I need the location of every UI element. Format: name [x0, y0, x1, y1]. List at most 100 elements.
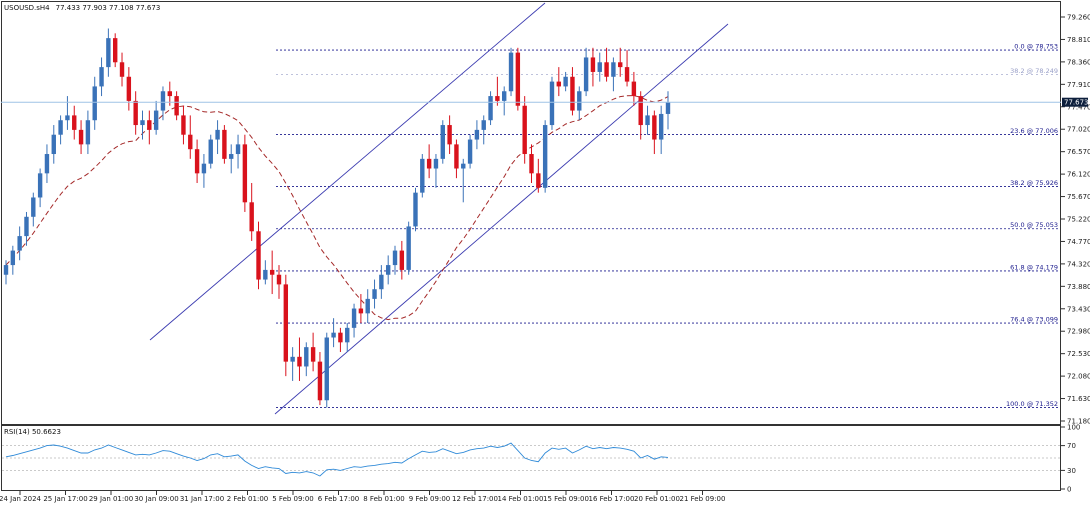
price-tick-label: 74.770	[1067, 238, 1090, 246]
rsi-tick-label: 100	[1067, 424, 1080, 432]
candle-body	[249, 202, 254, 232]
candle-body	[208, 139, 213, 164]
candle-body	[583, 57, 589, 92]
trend-channel[interactable]	[149, 2, 729, 415]
candle-body	[392, 250, 398, 266]
candle-body	[365, 298, 370, 314]
candle-body	[133, 100, 138, 126]
chart-header: USOUSD.sH4 77.433 77.903 77.108 77.673	[4, 4, 160, 12]
channel-upper-line	[149, 2, 546, 341]
price-tick-label: 74.320	[1067, 260, 1090, 268]
chart-window: USOUSD.sH4 77.433 77.903 77.108 77.673 79…	[0, 0, 1090, 507]
candle-body	[181, 115, 186, 135]
candle-body	[78, 129, 84, 145]
time-tick-label: 20 Feb 01:00	[634, 495, 680, 503]
candle-body	[399, 250, 405, 270]
candle-body	[379, 274, 384, 290]
candle-body	[358, 308, 364, 314]
candle-body	[119, 62, 125, 77]
candle-body	[10, 250, 16, 266]
time-tick-label: 21 Feb 09:00	[680, 495, 726, 503]
time-tick-label: 24 Jan 2024	[0, 495, 42, 503]
candle-body	[345, 327, 350, 343]
candle-body	[658, 113, 664, 140]
time-tick-label: 12 Feb 17:00	[452, 495, 498, 503]
ohlc-values: 77.433 77.903 77.108 77.673	[56, 4, 161, 12]
candle-body	[454, 144, 459, 169]
candle-body	[304, 347, 309, 367]
candle-body	[338, 332, 343, 343]
candle-body	[420, 158, 425, 193]
candle-body	[106, 38, 111, 68]
time-tick-label: 5 Feb 09:00	[272, 495, 313, 503]
rsi-tick-label: 0	[1067, 486, 1071, 494]
rsi-label: RSI(14) 50.6623	[4, 428, 61, 436]
candle-body	[235, 144, 241, 155]
fib-level-label: 76.4 @ 73.099	[1010, 316, 1058, 324]
candle-body	[508, 52, 514, 92]
time-tick-label: 25 Jan 17:00	[43, 495, 87, 503]
ma-line	[5, 95, 669, 321]
candle-body	[24, 216, 29, 237]
candle-body	[126, 76, 132, 101]
time-tick-label: 29 Jan 01:00	[89, 495, 133, 503]
price-axis: 79.26078.81078.36077.91077.47077.02076.5…	[1061, 14, 1090, 426]
candle-body	[331, 332, 336, 338]
candle-body	[263, 269, 268, 280]
chart-frame	[1, 1, 1061, 491]
candle-body	[140, 120, 145, 126]
price-tick-label: 73.880	[1067, 283, 1090, 291]
candle-body	[665, 102, 671, 114]
candle-body	[51, 134, 56, 155]
candle-body	[276, 274, 282, 285]
candle-body	[542, 125, 548, 188]
candle-body	[269, 269, 275, 275]
candle-body	[324, 337, 329, 401]
price-chart[interactable]: USOUSD.sH4 77.433 77.903 77.108 77.673 79…	[0, 0, 1090, 507]
candle-body	[461, 163, 466, 169]
candle-body	[92, 86, 97, 121]
candle-body	[488, 96, 493, 121]
candle-body	[297, 356, 302, 367]
candle-body	[522, 105, 527, 155]
moving-average	[5, 95, 669, 321]
candle-body	[112, 38, 118, 63]
candle-body	[645, 115, 650, 126]
candle-body	[413, 192, 418, 227]
price-tick-label: 79.260	[1067, 14, 1090, 22]
price-tick-label: 76.120	[1067, 171, 1090, 179]
candle-body	[242, 144, 248, 203]
time-tick-label: 14 Feb 01:00	[498, 495, 544, 503]
candle-body	[440, 125, 445, 159]
time-tick-label: 30 Jan 09:00	[134, 495, 178, 503]
candle-body	[549, 81, 555, 126]
candle-body	[624, 67, 630, 82]
candle-body	[174, 96, 179, 116]
candle-body	[194, 149, 200, 174]
fib-level-label: 100.0 @ 71.352	[1006, 400, 1058, 408]
symbol-name: USOUSD.sH4	[4, 4, 50, 12]
candle-body	[351, 308, 357, 328]
candle-body	[229, 154, 234, 159]
candle-body	[310, 347, 316, 362]
candle-body	[638, 96, 643, 126]
candle-body	[631, 81, 637, 97]
fib-level-label: 0.0 @ 78.753	[1014, 43, 1058, 51]
price-tick-label: 77.020	[1067, 126, 1090, 134]
price-tick-label: 72.080	[1067, 373, 1090, 381]
candle-body	[515, 52, 521, 106]
price-tick-label: 78.360	[1067, 58, 1090, 66]
candle-body	[502, 91, 507, 101]
candle-body	[283, 284, 289, 362]
candle-body	[222, 129, 227, 159]
time-axis: 24 Jan 2024 25 Jan 17:00 29 Jan 01:00 30 Ja…	[0, 491, 725, 503]
candle-body	[58, 120, 63, 135]
candle-body	[426, 158, 432, 169]
candle-body	[556, 81, 562, 87]
candle-body	[406, 226, 411, 270]
candle-body	[481, 120, 486, 130]
candle-body	[99, 67, 104, 87]
current-price-label: 77.673	[1064, 99, 1089, 107]
candle-body	[160, 91, 166, 111]
candle-body	[85, 120, 91, 145]
